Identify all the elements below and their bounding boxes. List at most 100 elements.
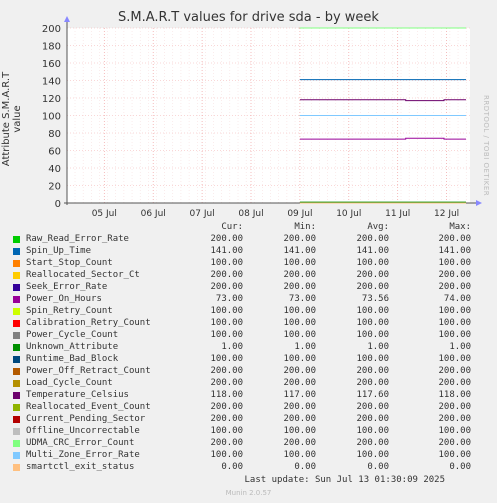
y-tick-label: 140	[42, 77, 61, 88]
legend-value-avg: 100.00	[356, 318, 389, 328]
legend-value-min: 100.00	[283, 426, 316, 436]
x-axis-arrow	[476, 200, 482, 206]
legend-label: Spin_Up_Time	[26, 246, 92, 256]
legend-swatch	[13, 428, 20, 435]
legend-swatch	[13, 320, 20, 327]
legend-swatch	[13, 296, 20, 303]
y-tick-label: 100	[42, 112, 61, 123]
legend-value-min: 200.00	[283, 270, 316, 280]
legend-value-max: 100.00	[438, 318, 471, 328]
y-tick-label: 200	[42, 24, 61, 35]
legend-swatch	[13, 332, 20, 339]
legend-value-avg: 200.00	[356, 282, 389, 292]
legend-label: Offline_Uncorrectable	[26, 426, 140, 436]
legend-value-cur: 200.00	[210, 438, 243, 448]
legend-item: Calibration_Retry_Count 100.00 100.00 100.0…	[0, 318, 497, 330]
last-update: Last update: Sun Jul 13 01:30:09 2025	[244, 475, 445, 485]
legend-value-avg: 100.00	[356, 426, 389, 436]
y-tick-label: 20	[48, 182, 61, 193]
legend-value-cur: 100.00	[210, 318, 243, 328]
legend-value-avg: 100.00	[356, 258, 389, 268]
legend-value-max: 100.00	[438, 354, 471, 364]
legend-label: Spin_Retry_Count	[26, 306, 113, 316]
legend-swatch	[13, 260, 20, 267]
legend-label: Power_Cycle_Count	[26, 330, 119, 340]
legend-item: Spin_Retry_Count 100.00 100.00 100.00 100.00	[0, 306, 497, 318]
x-tick-label: 12 Jul	[434, 209, 459, 219]
legend-label: Temperature_Celsius	[26, 390, 129, 400]
legend-value-max: 0.00	[449, 462, 471, 472]
legend-value-cur: 100.00	[210, 426, 243, 436]
legend-value-min: 100.00	[283, 450, 316, 460]
x-tick-label: 08 Jul	[238, 209, 263, 219]
legend-label: Power_On_Hours	[26, 294, 102, 304]
legend-value-min: 141.00	[283, 246, 316, 256]
legend-item: smartctl_exit_status 0.00 0.00 0.00 0.00	[0, 462, 497, 474]
col-header-cur: Cur:	[221, 222, 243, 232]
legend-item: Unknown_Attribute 1.00 1.00 1.00 1.00	[0, 342, 497, 354]
legend-swatch	[13, 416, 20, 423]
legend-value-avg: 200.00	[356, 270, 389, 280]
legend-value-cur: 200.00	[210, 282, 243, 292]
legend-value-min: 200.00	[283, 234, 316, 244]
col-header-avg: Avg:	[367, 222, 389, 232]
legend-swatch	[13, 380, 20, 387]
legend-label: Runtime_Bad_Block	[26, 354, 119, 364]
legend-value-avg: 141.00	[356, 246, 389, 256]
legend-swatch	[13, 368, 20, 375]
legend-value-cur: 200.00	[210, 270, 243, 280]
legend-value-min: 100.00	[283, 306, 316, 316]
legend-value-max: 200.00	[438, 402, 471, 412]
legend-value-cur: 200.00	[210, 378, 243, 388]
legend-value-avg: 100.00	[356, 330, 389, 340]
legend-swatch	[13, 308, 20, 315]
legend-value-cur: 200.00	[210, 366, 243, 376]
legend-value-max: 200.00	[438, 366, 471, 376]
legend-swatch	[13, 284, 20, 291]
legend-value-avg: 200.00	[356, 402, 389, 412]
legend-value-max: 200.00	[438, 438, 471, 448]
legend-value-min: 100.00	[283, 330, 316, 340]
y-tick-label: 60	[48, 147, 61, 158]
legend-item: Current_Pending_Sector 200.00 200.00 200.00…	[0, 414, 497, 426]
legend-label: smartctl_exit_status	[26, 462, 135, 472]
legend-header-row: Cur: Min: Avg: Max:	[0, 222, 497, 234]
legend-value-cur: 200.00	[210, 414, 243, 424]
munin-version: Munin 2.0.57	[225, 489, 272, 497]
legend-value-cur: 0.00	[221, 462, 243, 472]
legend-item: Multi_Zone_Error_Rate 100.00 100.00 100.00 1…	[0, 450, 497, 462]
legend-swatch	[13, 404, 20, 411]
legend-swatch	[13, 392, 20, 399]
legend-item: Offline_Uncorrectable 100.00 100.00 100.00 1…	[0, 426, 497, 438]
legend-value-avg: 73.56	[361, 294, 389, 304]
legend-value-min: 200.00	[283, 438, 316, 448]
legend-value-min: 200.00	[283, 402, 316, 412]
legend-label: Current_Pending_Sector	[26, 414, 146, 424]
legend-value-min: 200.00	[283, 378, 316, 388]
legend-value-avg: 200.00	[356, 378, 389, 388]
legend-value-avg: 200.00	[356, 438, 389, 448]
legend-value-max: 200.00	[438, 270, 471, 280]
legend-value-max: 200.00	[438, 414, 471, 424]
legend-value-avg: 100.00	[356, 306, 389, 316]
legend-label: Power_Off_Retract_Count	[26, 366, 151, 376]
legend-value-max: 200.00	[438, 378, 471, 388]
legend-value-avg: 117.60	[356, 390, 389, 400]
legend-swatch	[13, 452, 20, 459]
legend-label: Multi_Zone_Error_Rate	[26, 450, 140, 460]
legend-value-cur: 73.00	[215, 294, 243, 304]
col-header-max: Max:	[449, 222, 471, 232]
legend-item: Load_Cycle_Count 200.00 200.00 200.00 200.00	[0, 378, 497, 390]
legend-item: Start_Stop_Count 100.00 100.00 100.00 100.00	[0, 258, 497, 270]
legend-value-min: 100.00	[283, 318, 316, 328]
legend-value-max: 141.00	[438, 246, 471, 256]
plot-area: 0 20 40 60 80 100 120 140 160 180 200 05 Jul 06 Jul 0…	[42, 16, 482, 219]
legend-value-avg: 100.00	[356, 354, 389, 364]
legend-swatch	[13, 464, 20, 471]
legend-label: UDMA_CRC_Error_Count	[26, 438, 135, 448]
legend-value-cur: 200.00	[210, 234, 243, 244]
x-tick-label: 06 Jul	[141, 209, 166, 219]
legend-value-min: 100.00	[283, 258, 316, 268]
y-tick-label: 80	[48, 129, 61, 140]
legend-value-max: 200.00	[438, 234, 471, 244]
